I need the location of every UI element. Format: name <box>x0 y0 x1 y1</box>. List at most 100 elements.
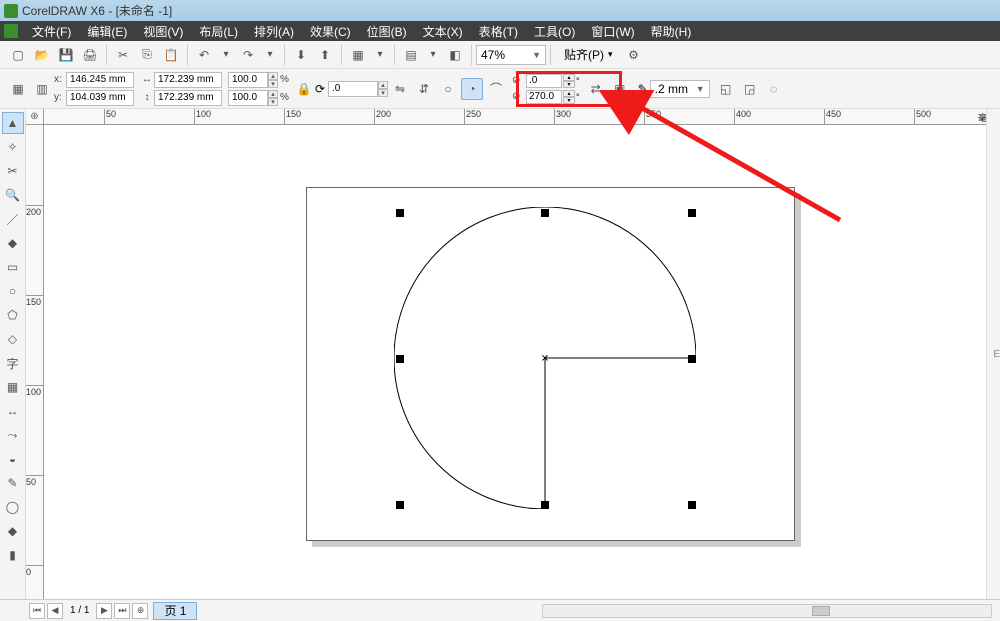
sel-handle-w[interactable] <box>396 355 404 363</box>
sel-handle-ne[interactable] <box>688 209 696 217</box>
eyedropper-tool[interactable]: ✎ <box>2 472 24 494</box>
redo-dropdown[interactable]: ▾ <box>261 46 279 64</box>
app-launcher-button[interactable]: ▤ <box>400 44 422 66</box>
menu-help[interactable]: 帮助(H) <box>643 23 700 40</box>
snap-button[interactable]: 贴齐(P) ▾ <box>555 45 622 65</box>
page-tab[interactable]: 页 1 <box>153 602 197 620</box>
presets-button[interactable]: ▦ <box>7 78 29 100</box>
menu-edit[interactable]: 编辑(E) <box>79 23 135 40</box>
outline-width-select[interactable]: .2 mm ▼ <box>650 80 710 98</box>
menu-effects[interactable]: 效果(C) <box>302 23 359 40</box>
fill-tool[interactable]: ◆ <box>2 520 24 542</box>
menu-text[interactable]: 文本(X) <box>415 23 471 40</box>
new-button[interactable]: ▢ <box>7 44 29 66</box>
outline-tool[interactable]: ◯ <box>2 496 24 518</box>
save-button[interactable]: 💾 <box>55 44 77 66</box>
rectangle-tool[interactable]: ▭ <box>2 256 24 278</box>
scrollbar-thumb[interactable] <box>812 606 830 616</box>
undo-button[interactable]: ↶ <box>193 44 215 66</box>
convert-curves-button[interactable]: ◌ <box>763 78 785 100</box>
x-input[interactable]: 146.245 mm <box>66 72 134 88</box>
pie-button[interactable]: ◔ <box>461 78 483 100</box>
menu-table[interactable]: 表格(T) <box>471 23 526 40</box>
freehand-tool[interactable]: ／ <box>2 208 24 230</box>
vertical-ruler[interactable]: 200150100500 <box>26 125 44 599</box>
connector-tool[interactable]: ⤳ <box>2 424 24 446</box>
start-angle-input[interactable]: .0 <box>526 74 562 88</box>
open-button[interactable]: 📂 <box>31 44 53 66</box>
ruler-origin[interactable]: ⊕ <box>26 109 44 125</box>
copy-button[interactable]: ⎘ <box>136 44 158 66</box>
horizontal-ruler[interactable]: 毫米 50100150200250300350400450500 <box>44 109 1000 125</box>
canvas[interactable]: ✕ <box>44 125 1000 599</box>
undo-dropdown[interactable]: ▾ <box>217 46 235 64</box>
crop-tool[interactable]: ✂ <box>2 160 24 182</box>
interactive-tool[interactable]: ◒ <box>2 448 24 470</box>
wrap-text-button[interactable]: ▣ <box>609 78 631 100</box>
to-front-button[interactable]: ◱ <box>715 78 737 100</box>
menu-tools[interactable]: 工具(O) <box>526 23 583 40</box>
menu-file[interactable]: 文件(F) <box>24 23 79 40</box>
zoom-tool[interactable]: 🔍 <box>2 184 24 206</box>
arc-button[interactable]: ⌒ <box>485 78 507 100</box>
scale-y-input[interactable]: 100.0 <box>228 90 268 106</box>
scale-x-input[interactable]: 100.0 <box>228 72 268 88</box>
menu-bitmaps[interactable]: 位图(B) <box>359 23 415 40</box>
paste-button[interactable]: 📋 <box>160 44 182 66</box>
ellipse-button[interactable]: ○ <box>437 78 459 100</box>
polygon-tool[interactable]: ⬠ <box>2 304 24 326</box>
last-page-button[interactable]: ⏭ <box>114 603 130 619</box>
smart-fill-tool[interactable]: ◆ <box>2 232 24 254</box>
pick-tool[interactable]: ▲ <box>2 112 24 134</box>
shape-tool[interactable]: ✧ <box>2 136 24 158</box>
dimension-tool[interactable]: ↔ <box>2 400 24 422</box>
to-back-button[interactable]: ◲ <box>739 78 761 100</box>
start-angle-spinner[interactable]: ▴▾ <box>563 74 575 88</box>
rotation-spinner[interactable]: ▴▾ <box>378 81 388 97</box>
interactive-fill-tool[interactable]: ▮ <box>2 544 24 566</box>
text-tool[interactable]: 字 <box>2 352 24 374</box>
height-input[interactable]: 172.239 mm <box>154 90 222 106</box>
zoom-select[interactable]: 47% ▼ <box>476 45 546 65</box>
horizontal-scrollbar[interactable] <box>542 604 992 618</box>
publish-dropdown[interactable]: ▾ <box>371 46 389 64</box>
add-page-button[interactable]: ⊕ <box>132 603 148 619</box>
next-page-button[interactable]: ▶ <box>96 603 112 619</box>
options-button[interactable]: ⚙ <box>623 44 645 66</box>
mirror-v-button[interactable]: ⇵ <box>413 78 435 100</box>
presets2-button[interactable]: ▥ <box>31 78 53 100</box>
width-input[interactable]: 172.239 mm <box>154 72 222 88</box>
sel-handle-sw[interactable] <box>396 501 404 509</box>
publish-pdf-button[interactable]: ▦ <box>347 44 369 66</box>
basic-shapes-tool[interactable]: ◇ <box>2 328 24 350</box>
export-button[interactable]: ⬆ <box>314 44 336 66</box>
sel-handle-se[interactable] <box>688 501 696 509</box>
scale-x-spinner[interactable]: ▴▾ <box>268 72 278 88</box>
redo-button[interactable]: ↷ <box>237 44 259 66</box>
swap-angles-button[interactable]: ⇄ <box>585 78 607 100</box>
import-button[interactable]: ⬇ <box>290 44 312 66</box>
welcome-button[interactable]: ◧ <box>444 44 466 66</box>
prev-page-button[interactable]: ◀ <box>47 603 63 619</box>
first-page-button[interactable]: ⏮ <box>29 603 45 619</box>
color-palette-strip[interactable]: E <box>986 109 1000 599</box>
rotation-input[interactable]: .0 <box>328 81 378 97</box>
mirror-h-button[interactable]: ⇋ <box>389 78 411 100</box>
sel-handle-nw[interactable] <box>396 209 404 217</box>
menu-arrange[interactable]: 排列(A) <box>246 23 302 40</box>
lock-ratio-icon[interactable]: 🔒 <box>296 82 312 96</box>
end-angle-input[interactable]: 270.0 <box>526 90 562 104</box>
sel-handle-s[interactable] <box>541 501 549 509</box>
scale-y-spinner[interactable]: ▴▾ <box>268 90 278 106</box>
cut-button[interactable]: ✂ <box>112 44 134 66</box>
end-angle-spinner[interactable]: ▴▾ <box>563 90 575 104</box>
y-input[interactable]: 104.039 mm <box>66 90 134 106</box>
menu-window[interactable]: 窗口(W) <box>583 23 642 40</box>
print-button[interactable]: 🖨 <box>79 44 101 66</box>
table-tool[interactable]: ▦ <box>2 376 24 398</box>
menu-view[interactable]: 视图(V) <box>135 23 191 40</box>
ellipse-tool[interactable]: ○ <box>2 280 24 302</box>
menu-layout[interactable]: 布局(L) <box>191 23 246 40</box>
sel-handle-e[interactable] <box>688 355 696 363</box>
app-launcher-dropdown[interactable]: ▾ <box>424 46 442 64</box>
